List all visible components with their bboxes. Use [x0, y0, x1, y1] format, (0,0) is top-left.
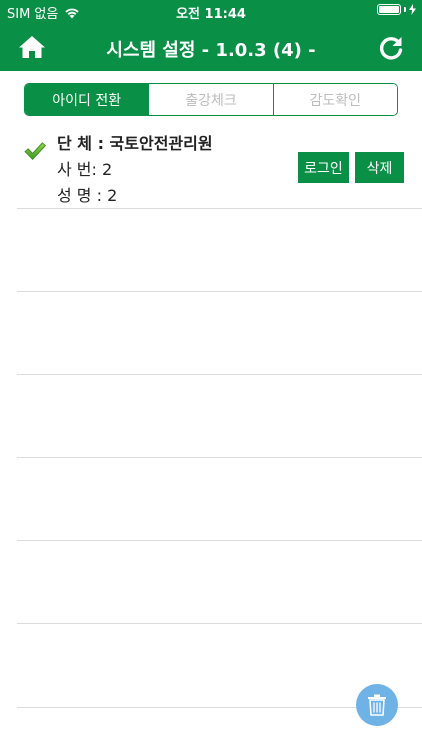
- tab-attendance-check[interactable]: 출강체크: [148, 84, 273, 115]
- row-divider: [17, 540, 422, 541]
- mode-tabs: 아이디 전환 출강체크 감도확인: [24, 83, 398, 116]
- status-right: [377, 4, 416, 15]
- battery-cap: [404, 7, 406, 12]
- checkmark-icon: [24, 142, 46, 160]
- row-divider: [17, 374, 422, 375]
- account-row[interactable]: 단 체 : 국토안전관리원 사 번: 2 성 명 : 2 로그인 삭제: [17, 123, 422, 209]
- employee-number: 사 번: 2: [57, 160, 113, 179]
- trash-icon: [368, 694, 386, 716]
- employee-name: 성 명 : 2: [57, 186, 118, 205]
- charging-icon: [409, 4, 416, 15]
- account-info: 단 체 : 국토안전관리원 사 번: 2 성 명 : 2: [57, 131, 213, 209]
- app-header: SIM 없음 오전 11:44 시스템 설정 - 1.0.3 (4) -: [0, 0, 422, 71]
- battery-icon: [377, 4, 401, 15]
- tab-sensitivity-check[interactable]: 감도확인: [272, 84, 397, 115]
- home-icon[interactable]: [18, 35, 46, 59]
- login-button[interactable]: 로그인: [298, 152, 349, 183]
- org-label: 단 체 : 국토안전관리원: [57, 134, 213, 153]
- page-title: 시스템 설정 - 1.0.3 (4) -: [106, 40, 316, 61]
- status-time: 오전 11:44: [176, 7, 246, 22]
- nav-bar: 시스템 설정 - 1.0.3 (4) -: [0, 22, 422, 71]
- row-divider: [17, 623, 422, 624]
- row-divider: [17, 291, 422, 292]
- delete-button[interactable]: 삭제: [355, 152, 404, 183]
- row-divider: [17, 457, 422, 458]
- tab-id-switch[interactable]: 아이디 전환: [25, 84, 149, 115]
- delete-all-button[interactable]: [356, 684, 398, 726]
- refresh-icon[interactable]: [378, 35, 404, 61]
- status-bar: SIM 없음 오전 11:44: [0, 0, 422, 22]
